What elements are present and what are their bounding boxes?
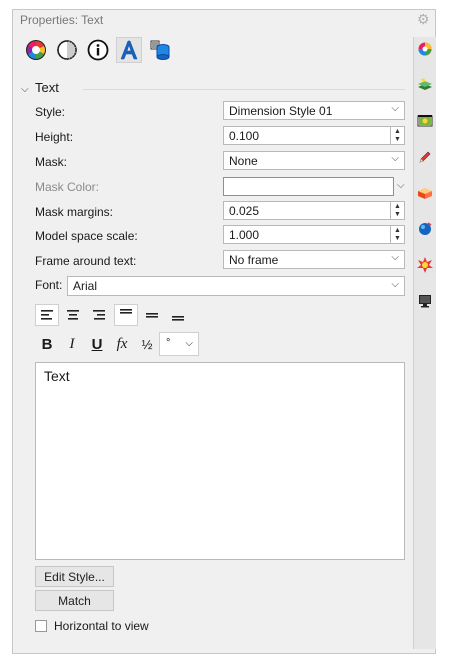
- edit-style-button[interactable]: Edit Style...: [35, 566, 114, 587]
- chevron-down-icon: ⌵: [391, 252, 399, 263]
- function-button[interactable]: fx: [110, 332, 134, 356]
- mask-dropdown[interactable]: None ⌵: [223, 151, 405, 170]
- info-icon[interactable]: [85, 37, 111, 63]
- sphere-icon[interactable]: [417, 221, 433, 237]
- color-wheel-icon[interactable]: [23, 37, 49, 63]
- height-input[interactable]: 0.100: [223, 126, 391, 145]
- underline-button[interactable]: U: [85, 332, 109, 356]
- align-right-icon[interactable]: [87, 304, 111, 326]
- mask-color-label: Mask Color:: [35, 180, 100, 194]
- pencil-icon[interactable]: [417, 149, 433, 165]
- mask-color-swatch[interactable]: [223, 177, 394, 196]
- style-value: Dimension Style 01: [229, 104, 333, 118]
- panel-titlebar: Properties: Text ⚙: [13, 10, 435, 30]
- sun-icon[interactable]: [417, 257, 433, 273]
- height-label: Height:: [35, 130, 74, 144]
- arrow-down-icon[interactable]: ▼: [394, 211, 401, 218]
- arrow-down-icon[interactable]: ▼: [394, 136, 401, 143]
- font-value: Arial: [73, 279, 98, 293]
- frame-value: No frame: [229, 253, 279, 267]
- color-wheel-icon[interactable]: [417, 41, 433, 57]
- height-value: 0.100: [229, 129, 260, 143]
- align-bottom-icon[interactable]: [166, 304, 190, 326]
- model-space-scale-input[interactable]: 1.000: [223, 225, 391, 244]
- gear-icon[interactable]: ⚙: [417, 11, 430, 28]
- shading-icon[interactable]: [54, 37, 80, 63]
- chevron-down-icon: ⌵: [21, 84, 29, 95]
- style-label: Style:: [35, 105, 66, 119]
- mask-margins-stepper[interactable]: ▲ ▼: [391, 201, 405, 220]
- chevron-down-icon: ⌵: [391, 279, 399, 290]
- chevron-down-icon: ⌵: [391, 103, 399, 114]
- layer-icon[interactable]: [417, 77, 433, 93]
- arrow-up-icon[interactable]: ▲: [394, 227, 401, 234]
- mask-margins-label: Mask margins:: [35, 205, 114, 219]
- chevron-down-icon: ⌵: [185, 338, 193, 349]
- italic-button[interactable]: I: [60, 332, 84, 356]
- font-label: Font:: [35, 278, 63, 292]
- box-icon[interactable]: [417, 185, 433, 201]
- database-icon[interactable]: [147, 37, 173, 63]
- mask-margins-input[interactable]: 0.025: [223, 201, 391, 220]
- display-icon[interactable]: [417, 113, 433, 129]
- symbol-value: °: [166, 337, 171, 349]
- side-tab-column: [413, 37, 436, 649]
- mask-value: None: [229, 154, 258, 168]
- horizontal-to-view-checkbox[interactable]: Horizontal to view: [35, 618, 149, 634]
- font-dropdown[interactable]: Arial ⌵: [67, 276, 405, 296]
- model-space-scale-value: 1.000: [229, 228, 260, 242]
- panel-title: Properties: Text: [20, 13, 104, 27]
- align-center-icon[interactable]: [61, 304, 85, 326]
- symbol-dropdown[interactable]: ° ⌵: [159, 332, 199, 356]
- text-icon[interactable]: [116, 37, 142, 63]
- mask-margins-value: 0.025: [229, 204, 260, 218]
- arrow-up-icon[interactable]: ▲: [394, 128, 401, 135]
- section-label: Text: [35, 80, 59, 95]
- text-section-header[interactable]: ⌵ Text: [21, 80, 59, 95]
- frame-label: Frame around text:: [35, 254, 137, 268]
- text-editor[interactable]: Text: [35, 362, 405, 560]
- horizontal-to-view-label: Horizontal to view: [54, 619, 149, 633]
- bold-button[interactable]: B: [35, 332, 59, 356]
- height-stepper[interactable]: ▲ ▼: [391, 126, 405, 145]
- match-button[interactable]: Match: [35, 590, 114, 611]
- align-top-icon[interactable]: [114, 304, 138, 326]
- fraction-button[interactable]: ½: [135, 332, 159, 356]
- chevron-down-icon[interactable]: ⌵: [397, 180, 405, 191]
- frame-dropdown[interactable]: No frame ⌵: [223, 250, 405, 269]
- align-middle-icon[interactable]: [140, 304, 164, 326]
- section-divider: [83, 89, 405, 90]
- properties-panel: Properties: Text ⚙ ⌵ Text Style: Dimensi…: [12, 9, 436, 654]
- mask-label: Mask:: [35, 155, 68, 169]
- model-space-scale-label: Model space scale:: [35, 229, 138, 243]
- align-left-icon[interactable]: [35, 304, 59, 326]
- model-space-scale-stepper[interactable]: ▲ ▼: [391, 225, 405, 244]
- style-dropdown[interactable]: Dimension Style 01 ⌵: [223, 101, 405, 120]
- arrow-up-icon[interactable]: ▲: [394, 203, 401, 210]
- checkbox-box[interactable]: [35, 620, 47, 632]
- monitor-icon[interactable]: [417, 293, 433, 309]
- chevron-down-icon: ⌵: [391, 153, 399, 164]
- arrow-down-icon[interactable]: ▼: [394, 235, 401, 242]
